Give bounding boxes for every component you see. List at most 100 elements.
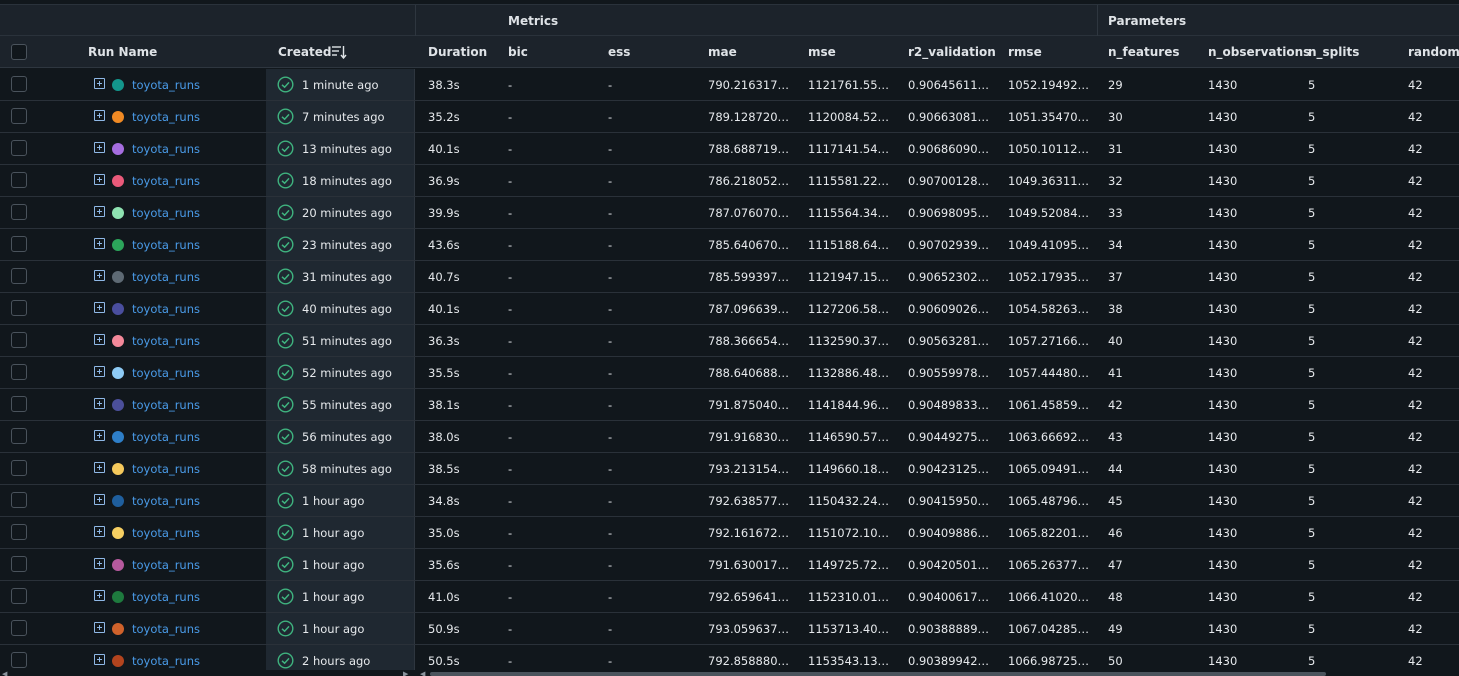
table-row[interactable]: toyota_runs 1 hour ago 35.6s - - 791.630017… 1… bbox=[0, 549, 1459, 581]
expand-plus-icon[interactable] bbox=[94, 622, 105, 633]
expand-plus-icon[interactable] bbox=[94, 270, 105, 281]
run-name-link[interactable]: toyota_runs bbox=[132, 334, 200, 348]
scrollbar-thumb[interactable] bbox=[430, 672, 1326, 676]
expand-plus-icon[interactable] bbox=[94, 526, 105, 537]
rmse-cell: 1057.27166… bbox=[1008, 334, 1090, 348]
run-name-link[interactable]: toyota_runs bbox=[132, 654, 200, 668]
sort-descending-icon[interactable] bbox=[331, 44, 347, 60]
run-name-link[interactable]: toyota_runs bbox=[132, 238, 200, 252]
r2-validation-cell: 0.90663081… bbox=[908, 110, 990, 124]
expand-plus-icon[interactable] bbox=[94, 366, 105, 377]
table-row[interactable]: toyota_runs 1 hour ago 50.9s - - 793.059637… 1… bbox=[0, 613, 1459, 645]
expand-plus-icon[interactable] bbox=[94, 238, 105, 249]
table-row[interactable]: toyota_runs 40 minutes ago 40.1s - - 787.0966… bbox=[0, 293, 1459, 325]
expand-plus-icon[interactable] bbox=[94, 590, 105, 601]
row-select-checkbox[interactable] bbox=[11, 300, 27, 316]
scroll-right-arrow-icon[interactable]: ▶ bbox=[403, 670, 408, 676]
table-row[interactable]: toyota_runs 1 hour ago 35.0s - - 792.161672… 1… bbox=[0, 517, 1459, 549]
expand-plus-icon[interactable] bbox=[94, 462, 105, 473]
row-select-checkbox[interactable] bbox=[11, 76, 27, 92]
table-row[interactable]: toyota_runs 55 minutes ago 38.1s - - 791.8750… bbox=[0, 389, 1459, 421]
table-row[interactable]: toyota_runs 1 hour ago 34.8s - - 792.638577… 1… bbox=[0, 485, 1459, 517]
expand-plus-icon[interactable] bbox=[94, 494, 105, 505]
run-name-link[interactable]: toyota_runs bbox=[132, 206, 200, 220]
expand-plus-icon[interactable] bbox=[94, 654, 105, 665]
row-select-checkbox[interactable] bbox=[11, 620, 27, 636]
run-name-link[interactable]: toyota_runs bbox=[132, 174, 200, 188]
run-name-link[interactable]: toyota_runs bbox=[132, 462, 200, 476]
column-header-ess[interactable]: ess bbox=[608, 45, 630, 59]
row-select-checkbox[interactable] bbox=[11, 172, 27, 188]
column-header-n-observations[interactable]: n_observations bbox=[1208, 45, 1310, 59]
column-header-created[interactable]: Created bbox=[278, 45, 331, 59]
expand-plus-icon[interactable] bbox=[94, 174, 105, 185]
expand-plus-icon[interactable] bbox=[94, 206, 105, 217]
row-select-checkbox[interactable] bbox=[11, 236, 27, 252]
run-name-link[interactable]: toyota_runs bbox=[132, 366, 200, 380]
ess-cell: - bbox=[608, 302, 613, 316]
row-select-checkbox[interactable] bbox=[11, 396, 27, 412]
table-row[interactable]: toyota_runs 56 minutes ago 38.0s - - 791.9168… bbox=[0, 421, 1459, 453]
run-name-link[interactable]: toyota_runs bbox=[132, 494, 200, 508]
run-name-link[interactable]: toyota_runs bbox=[132, 142, 200, 156]
run-name-link[interactable]: toyota_runs bbox=[132, 110, 200, 124]
select-all-checkbox[interactable] bbox=[11, 44, 27, 60]
column-header-r2-validation[interactable]: r2_validation bbox=[908, 45, 996, 59]
row-select-checkbox[interactable] bbox=[11, 492, 27, 508]
row-select-checkbox[interactable] bbox=[11, 460, 27, 476]
column-header-random-state[interactable]: random_s bbox=[1408, 45, 1459, 59]
table-row[interactable]: toyota_runs 23 minutes ago 43.6s - - 785.6406… bbox=[0, 229, 1459, 261]
row-select-checkbox[interactable] bbox=[11, 204, 27, 220]
row-select-checkbox[interactable] bbox=[11, 140, 27, 156]
column-header-mae[interactable]: mae bbox=[708, 45, 737, 59]
row-select-checkbox[interactable] bbox=[11, 268, 27, 284]
n-splits-cell: 5 bbox=[1308, 430, 1316, 444]
column-header-mse[interactable]: mse bbox=[808, 45, 836, 59]
run-name-link[interactable]: toyota_runs bbox=[132, 302, 200, 316]
row-select-checkbox[interactable] bbox=[11, 588, 27, 604]
column-header-rmse[interactable]: rmse bbox=[1008, 45, 1042, 59]
table-row[interactable]: toyota_runs 18 minutes ago 36.9s - - 786.2180… bbox=[0, 165, 1459, 197]
row-select-checkbox[interactable] bbox=[11, 428, 27, 444]
table-row[interactable]: toyota_runs 20 minutes ago 39.9s - - 787.0760… bbox=[0, 197, 1459, 229]
run-name-link[interactable]: toyota_runs bbox=[132, 622, 200, 636]
table-row[interactable]: toyota_runs 51 minutes ago 36.3s - - 788.3666… bbox=[0, 325, 1459, 357]
column-header-duration[interactable]: Duration bbox=[428, 45, 487, 59]
run-name-link[interactable]: toyota_runs bbox=[132, 430, 200, 444]
run-name-link[interactable]: toyota_runs bbox=[132, 270, 200, 284]
column-header-n-features[interactable]: n_features bbox=[1108, 45, 1179, 59]
expand-plus-icon[interactable] bbox=[94, 302, 105, 313]
scroll-left-arrow-icon[interactable]: ◀ bbox=[420, 670, 425, 676]
table-row[interactable]: toyota_runs 7 minutes ago 35.2s - - 789.12872… bbox=[0, 101, 1459, 133]
row-select-checkbox[interactable] bbox=[11, 364, 27, 380]
run-name-link[interactable]: toyota_runs bbox=[132, 78, 200, 92]
table-row[interactable]: toyota_runs 31 minutes ago 40.7s - - 785.5993… bbox=[0, 261, 1459, 293]
expand-plus-icon[interactable] bbox=[94, 558, 105, 569]
run-name-link[interactable]: toyota_runs bbox=[132, 526, 200, 540]
table-row[interactable]: toyota_runs 52 minutes ago 35.5s - - 788.6406… bbox=[0, 357, 1459, 389]
column-header-run-name[interactable]: Run Name bbox=[88, 45, 157, 59]
column-header-bic[interactable]: bic bbox=[508, 45, 528, 59]
run-name-link[interactable]: toyota_runs bbox=[132, 590, 200, 604]
n-features-cell: 49 bbox=[1108, 622, 1123, 636]
expand-plus-icon[interactable] bbox=[94, 398, 105, 409]
table-row[interactable]: toyota_runs 13 minutes ago 40.1s - - 788.6887… bbox=[0, 133, 1459, 165]
row-select-checkbox[interactable] bbox=[11, 524, 27, 540]
row-select-checkbox[interactable] bbox=[11, 108, 27, 124]
table-row[interactable]: toyota_runs 58 minutes ago 38.5s - - 793.2131… bbox=[0, 453, 1459, 485]
run-name-link[interactable]: toyota_runs bbox=[132, 558, 200, 572]
column-header-n-splits[interactable]: n_splits bbox=[1308, 45, 1359, 59]
table-row[interactable]: toyota_runs 1 hour ago 41.0s - - 792.659641… 1… bbox=[0, 581, 1459, 613]
run-name-link[interactable]: toyota_runs bbox=[132, 398, 200, 412]
row-select-checkbox[interactable] bbox=[11, 332, 27, 348]
expand-plus-icon[interactable] bbox=[94, 78, 105, 89]
table-row[interactable]: toyota_runs 1 minute ago 38.3s - - 790.216317… bbox=[0, 69, 1459, 101]
expand-plus-icon[interactable] bbox=[94, 142, 105, 153]
expand-plus-icon[interactable] bbox=[94, 110, 105, 121]
scroll-left-arrow-icon[interactable]: ◀ bbox=[2, 670, 7, 676]
row-select-checkbox[interactable] bbox=[11, 556, 27, 572]
rmse-cell: 1052.17935… bbox=[1008, 270, 1090, 284]
row-select-checkbox[interactable] bbox=[11, 652, 27, 668]
expand-plus-icon[interactable] bbox=[94, 334, 105, 345]
expand-plus-icon[interactable] bbox=[94, 430, 105, 441]
